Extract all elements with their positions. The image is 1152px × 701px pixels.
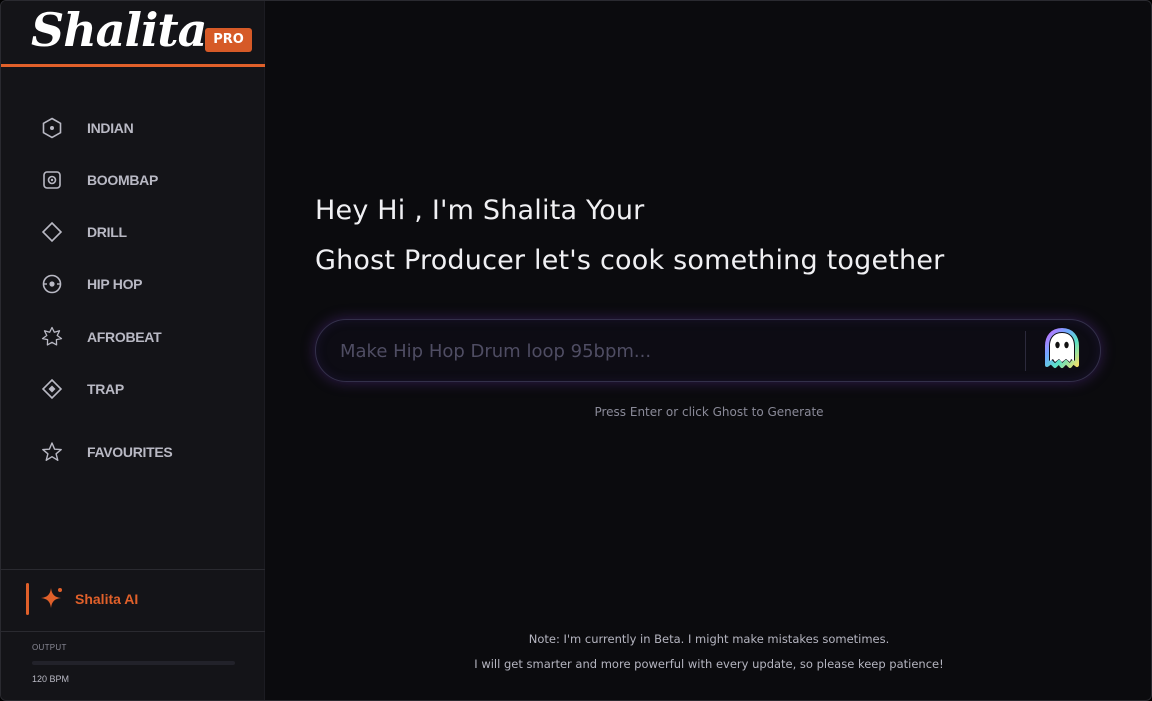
greeting-line-1: Hey Hi , I'm Shalita Your	[315, 195, 645, 226]
speaker-icon	[39, 167, 65, 193]
sidebar-item-label: INDIAN	[87, 120, 134, 136]
sidebar-item-label: DRILL	[87, 224, 127, 240]
generate-button[interactable]	[1038, 326, 1086, 376]
output-label: OUTPUT	[32, 643, 67, 652]
shalita-ai-label: Shalita AI	[75, 591, 139, 607]
generate-hint: Press Enter or click Ghost to Generate	[594, 405, 824, 419]
pro-badge: PRO	[205, 28, 252, 52]
prompt-box	[315, 319, 1101, 382]
greeting-line-2: Ghost Producer let's cook something toge…	[315, 245, 945, 276]
greeting-headline: Hey Hi , I'm Shalita Your Ghost Producer…	[315, 186, 944, 286]
sidebar-item-trap[interactable]: TRAP	[39, 374, 239, 404]
divider	[1, 631, 265, 632]
active-indicator	[26, 583, 29, 615]
diamond-icon	[39, 219, 65, 245]
hexagon-dot-icon	[39, 115, 65, 141]
sidebar-item-indian[interactable]: INDIAN	[39, 113, 239, 143]
sidebar-item-label: FAVOURITES	[87, 444, 173, 460]
sidebar-item-hip-hop[interactable]: HIP HOP	[39, 269, 239, 299]
ghost-icon	[1040, 325, 1084, 377]
sidebar-item-label: TRAP	[87, 381, 124, 397]
sidebar-item-boombap[interactable]: BOOMBAP	[39, 165, 239, 195]
sidebar-item-label: AFROBEAT	[87, 329, 162, 345]
diamond-dot-icon	[39, 376, 65, 402]
sidebar-item-drill[interactable]: DRILL	[39, 217, 239, 247]
beta-note-line-1: Note: I'm currently in Beta. I might mak…	[528, 632, 890, 646]
divider	[1, 569, 265, 570]
disc-icon	[39, 271, 65, 297]
star-icon	[39, 439, 65, 465]
beta-note-line-2: I will get smarter and more powerful wit…	[474, 657, 944, 671]
prompt-divider	[1025, 331, 1026, 371]
sidebar: Shalita PRO INDIAN BOOMBAP DRILL HIP HOP…	[1, 1, 265, 700]
app-window: Shalita PRO INDIAN BOOMBAP DRILL HIP HOP…	[0, 0, 1152, 701]
sidebar-item-label: BOOMBAP	[87, 172, 159, 188]
prompt-input[interactable]	[340, 334, 1020, 368]
sidebar-item-shalita-ai[interactable]: Shalita AI	[1, 581, 265, 617]
logo[interactable]: Shalita	[31, 3, 207, 57]
bpm-readout: 120 BPM	[32, 674, 70, 684]
brand-header: Shalita PRO	[1, 1, 265, 67]
sun-burst-icon	[39, 324, 65, 350]
sidebar-item-label: HIP HOP	[87, 276, 143, 292]
output-meter	[32, 661, 235, 665]
main-panel: Hey Hi , I'm Shalita Your Ghost Producer…	[265, 1, 1151, 700]
sparkle-icon	[39, 586, 65, 612]
sidebar-item-afrobeat[interactable]: AFROBEAT	[39, 322, 239, 352]
sidebar-item-favourites[interactable]: FAVOURITES	[39, 437, 239, 467]
